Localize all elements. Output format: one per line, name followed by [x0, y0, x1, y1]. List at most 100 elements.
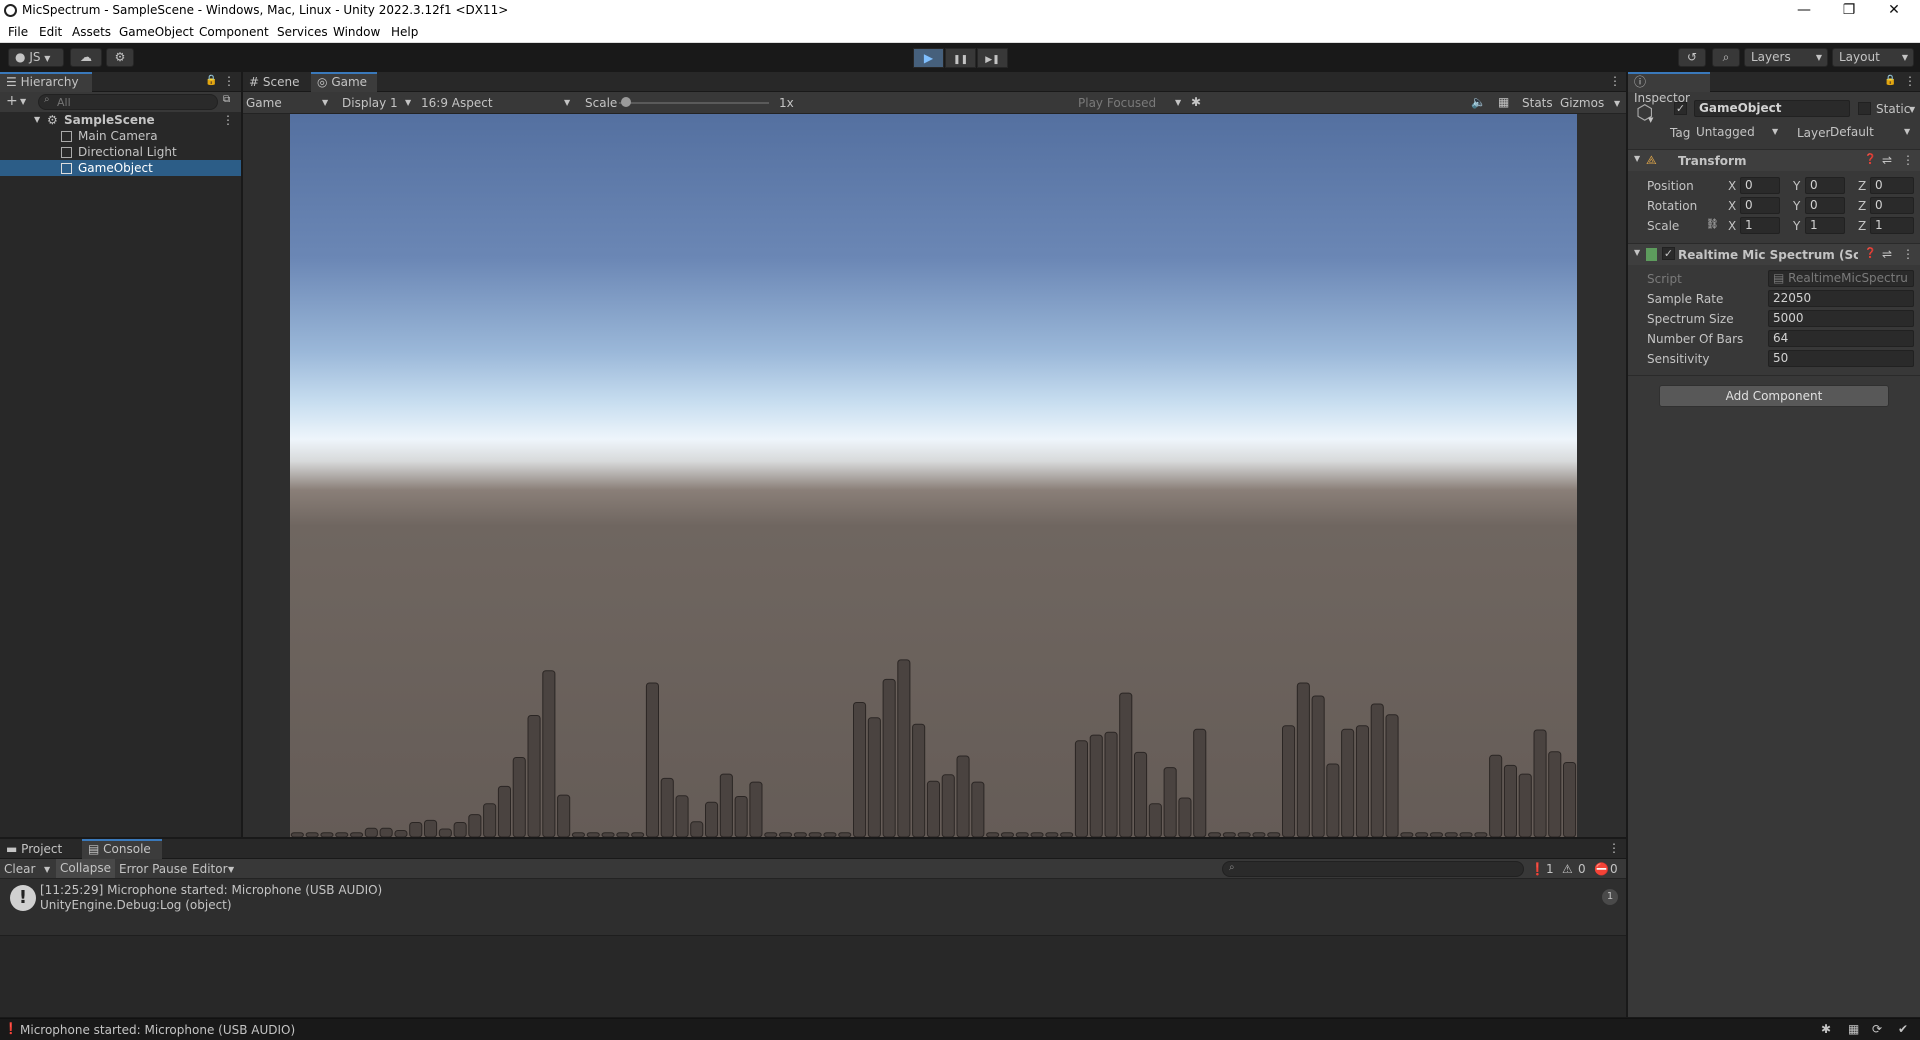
error-pause-toggle[interactable]: Error Pause: [119, 862, 187, 876]
chevron-down-icon[interactable]: ▼: [1648, 116, 1653, 124]
static-checkbox[interactable]: [1858, 102, 1871, 115]
tab-console[interactable]: ▤ Console: [82, 839, 162, 859]
tab-hierarchy[interactable]: ☰ Hierarchy: [0, 72, 92, 92]
layout-dropdown[interactable]: Layout ▼: [1832, 48, 1914, 67]
chevron-down-icon[interactable]: ▼: [1614, 99, 1620, 108]
pause-button[interactable]: ❚❚: [945, 48, 976, 68]
sensitivity-field[interactable]: 50: [1768, 350, 1914, 367]
menu-gameobject[interactable]: GameObject: [119, 25, 194, 39]
more-icon[interactable]: ⋮: [1609, 74, 1621, 88]
expand-arrow-icon[interactable]: ▼: [1634, 154, 1640, 163]
position-x-field[interactable]: 0: [1740, 177, 1780, 194]
tab-scene[interactable]: # Scene: [243, 72, 309, 92]
check-icon[interactable]: ✔: [1898, 1022, 1908, 1036]
menu-component[interactable]: Component: [199, 25, 269, 39]
gizmos-button[interactable]: Gizmos: [1560, 96, 1604, 110]
more-icon[interactable]: ⋮: [1904, 74, 1916, 88]
warning-icon[interactable]: ⚠: [1562, 862, 1573, 876]
tab-project[interactable]: ▬ Project: [0, 839, 80, 859]
collapse-toggle[interactable]: Collapse: [56, 859, 115, 878]
menu-window[interactable]: Window: [333, 25, 380, 39]
tree-item-scene[interactable]: ▼ ⚙ SampleScene ⋮: [0, 112, 241, 128]
display-dropdown[interactable]: Display 1 ▼: [342, 94, 415, 112]
info-count-icon[interactable]: ❗: [1530, 862, 1545, 876]
editor-dropdown[interactable]: Editor: [192, 862, 228, 876]
help-icon[interactable]: ❓: [1864, 248, 1876, 259]
expand-arrow-icon[interactable]: ▼: [1634, 248, 1640, 257]
more-icon[interactable]: ⋮: [1902, 247, 1914, 261]
transform-header[interactable]: ▼ ⟁ Transform ❓ ⇌ ⋮: [1628, 149, 1920, 171]
add-icon[interactable]: +: [6, 93, 18, 109]
tab-game[interactable]: ◎ Game: [311, 72, 377, 92]
layer-dropdown[interactable]: Default ▼: [1830, 124, 1914, 140]
number-of-bars-field[interactable]: 64: [1768, 330, 1914, 347]
console-search-input[interactable]: ⌕: [1222, 861, 1524, 877]
menu-services[interactable]: Services: [277, 25, 328, 39]
menu-assets[interactable]: Assets: [72, 25, 111, 39]
scale-y-field[interactable]: 1: [1805, 217, 1845, 234]
menu-file[interactable]: File: [8, 25, 28, 39]
preset-icon[interactable]: ⇌: [1882, 153, 1892, 167]
preset-icon[interactable]: ⇌: [1882, 247, 1892, 261]
chevron-down-icon[interactable]: ▼: [228, 865, 234, 874]
error-icon[interactable]: ⛔: [1594, 862, 1609, 876]
script-field[interactable]: ▤ RealtimeMicSpectru: [1768, 270, 1914, 287]
tag-dropdown[interactable]: Untagged ▼: [1696, 124, 1782, 140]
rotation-y-field[interactable]: 0: [1805, 197, 1845, 214]
account-dropdown[interactable]: ● JS ▼: [8, 48, 64, 67]
audio-mute-icon[interactable]: 🔈: [1471, 95, 1486, 109]
menu-help[interactable]: Help: [391, 25, 418, 39]
scale-z-field[interactable]: 1: [1870, 217, 1914, 234]
tree-item-gameobject[interactable]: GameObject: [0, 160, 241, 176]
enabled-checkbox[interactable]: ✓: [1662, 247, 1675, 260]
rotation-x-field[interactable]: 0: [1740, 197, 1780, 214]
stats-button[interactable]: Stats: [1522, 96, 1553, 110]
play-focused-dropdown[interactable]: Play Focused ▼: [1078, 94, 1185, 112]
collab-button[interactable]: ⚙: [106, 48, 134, 67]
search-button[interactable]: ⌕: [1712, 48, 1740, 67]
minimize-button[interactable]: —: [1782, 0, 1826, 22]
chevron-down-icon[interactable]: ▼: [20, 97, 26, 106]
menu-edit[interactable]: Edit: [39, 25, 62, 39]
rotation-z-field[interactable]: 0: [1870, 197, 1914, 214]
position-y-field[interactable]: 0: [1805, 177, 1845, 194]
tree-item-main-camera[interactable]: Main Camera: [0, 128, 241, 144]
lock-icon[interactable]: 🔒: [1884, 75, 1896, 86]
chevron-down-icon[interactable]: ▼: [1909, 105, 1915, 114]
more-icon[interactable]: ⋮: [1902, 153, 1914, 167]
tab-inspector[interactable]: ⓘ Inspector: [1628, 72, 1710, 105]
game-view[interactable]: [290, 114, 1577, 837]
aspect-dropdown[interactable]: 16:9 Aspect ▼: [421, 94, 576, 112]
bug-icon[interactable]: ✱: [1191, 95, 1201, 109]
scale-slider-track[interactable]: [619, 102, 769, 104]
object-name-field[interactable]: GameObject: [1694, 100, 1850, 117]
history-button[interactable]: ↺: [1678, 48, 1706, 67]
spectrum-size-field[interactable]: 5000: [1768, 310, 1914, 327]
keyboard-icon[interactable]: ▦: [1498, 95, 1509, 109]
filter-icon[interactable]: ⧉: [223, 94, 230, 105]
layers-dropdown[interactable]: Layers ▼: [1744, 48, 1828, 67]
status-message[interactable]: Microphone started: Microphone (USB AUDI…: [20, 1023, 295, 1037]
step-button[interactable]: ▶❚: [977, 48, 1008, 68]
active-checkbox[interactable]: ✓: [1674, 102, 1687, 115]
cloud-button[interactable]: ☁: [70, 48, 102, 67]
clear-button[interactable]: Clear: [4, 862, 35, 876]
cache-icon[interactable]: ▦: [1848, 1022, 1859, 1036]
log-entry[interactable]: ! [11:25:29] Microphone started: Microph…: [0, 879, 1626, 936]
sync-icon[interactable]: ⟳: [1872, 1022, 1882, 1036]
lock-icon[interactable]: 🔒: [205, 75, 217, 86]
scale-slider-handle[interactable]: [621, 97, 631, 107]
close-button[interactable]: ✕: [1872, 0, 1916, 22]
play-button[interactable]: ▶: [913, 48, 944, 68]
scale-x-field[interactable]: 1: [1740, 217, 1780, 234]
more-icon[interactable]: ⋮: [223, 74, 235, 88]
add-component-button[interactable]: Add Component: [1659, 385, 1889, 407]
game-mode-dropdown[interactable]: Game ▼: [246, 94, 334, 112]
more-icon[interactable]: ⋮: [1608, 841, 1620, 855]
tree-item-directional-light[interactable]: Directional Light: [0, 144, 241, 160]
chevron-down-icon[interactable]: ▼: [44, 865, 50, 874]
link-icon[interactable]: ⛓: [1706, 219, 1719, 230]
bug-icon[interactable]: ✱: [1821, 1022, 1831, 1036]
more-icon[interactable]: ⋮: [222, 112, 234, 128]
help-icon[interactable]: ❓: [1864, 154, 1876, 165]
